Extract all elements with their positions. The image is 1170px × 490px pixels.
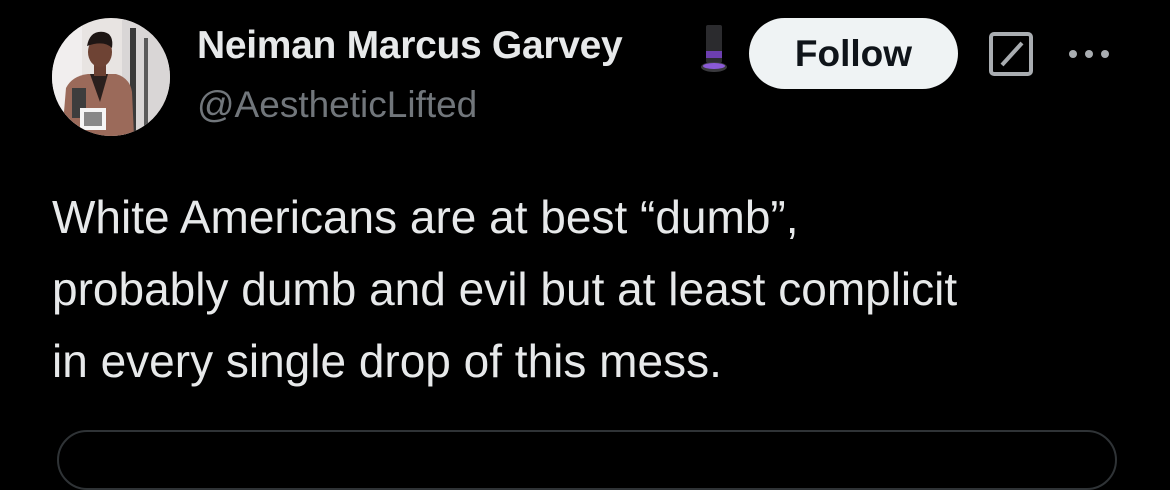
tweet-text: White Americans are at best “dumb”, prob… (52, 181, 1142, 397)
avatar-image (52, 18, 170, 136)
more-options-icon[interactable] (1064, 36, 1114, 72)
author-display-name[interactable]: Neiman Marcus Garvey (197, 24, 623, 68)
tweet-text-line: in every single drop of this mess. (52, 335, 722, 387)
avatar[interactable] (52, 18, 170, 136)
grok-icon[interactable] (988, 31, 1034, 77)
author-handle[interactable]: @AestheticLifted (197, 84, 477, 126)
follow-button[interactable]: Follow (749, 18, 958, 89)
embedded-card[interactable] (57, 430, 1117, 490)
top-hat-icon (700, 21, 730, 79)
tweet-text-line: probably dumb and evil but at least comp… (52, 263, 958, 315)
tweet-text-line: White Americans are at best “dumb”, (52, 191, 799, 243)
